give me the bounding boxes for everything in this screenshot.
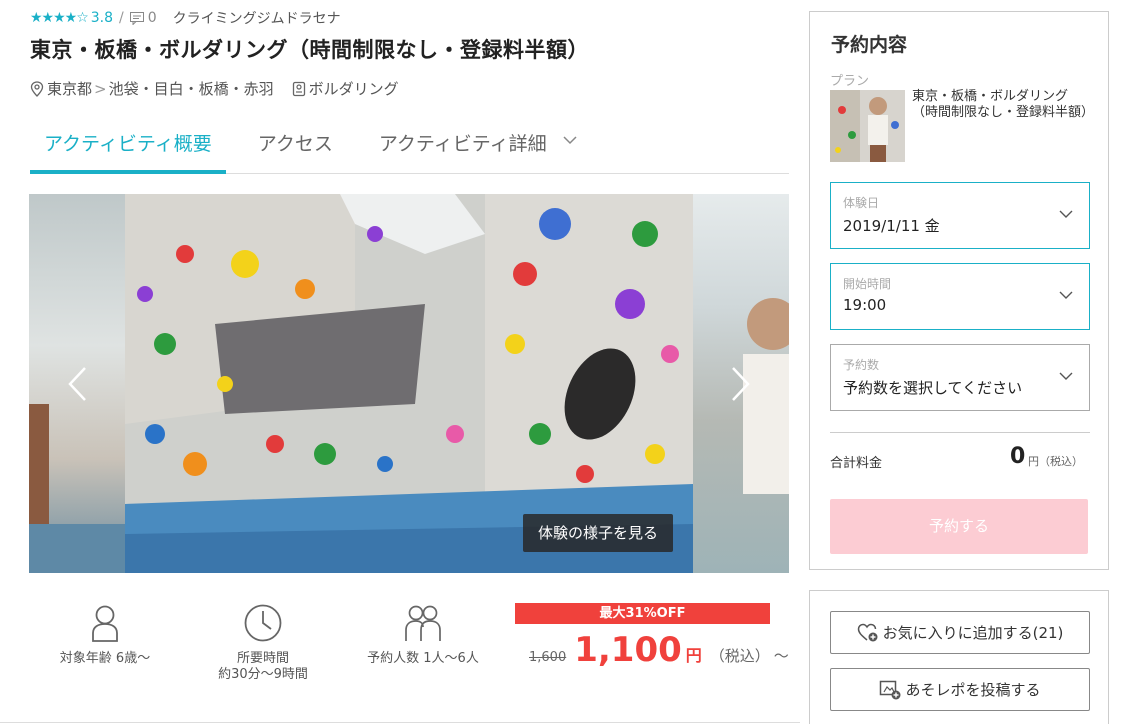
tab-details-label: アクティビティ詳細 — [378, 133, 547, 155]
location-row: 東京都 > 池袋・目白・板橋・赤羽 ボルダリング — [30, 78, 399, 99]
info-duration-label: 所要時間 — [236, 651, 289, 666]
prefecture-link[interactable]: 東京都 — [47, 78, 92, 99]
price-box: 最大31%OFF 1,600 1,100 円 （税込） 〜 — [515, 603, 789, 670]
plan-thumbnail — [830, 90, 905, 162]
area-link[interactable]: 池袋・目白・板橋・赤羽 — [109, 78, 274, 99]
divider — [0, 722, 800, 723]
info-duration-value: 約30分〜9時間 — [218, 667, 308, 682]
booking-title: 予約内容 — [831, 34, 908, 56]
tab-access[interactable]: アクセス — [244, 118, 347, 174]
post-report-label: あそレポを投稿する — [905, 681, 1041, 699]
total-value: 0 — [1010, 444, 1026, 469]
plan-label: プラン — [830, 74, 870, 89]
info-age: 対象年齢 6歳〜 — [30, 603, 180, 667]
rating-separator: / — [119, 10, 124, 26]
actions-panel: お気に入りに追加する(21) あそレポを投稿する — [809, 590, 1109, 724]
count-select[interactable]: 予約数 予約数を選択してください — [830, 344, 1090, 411]
time-select[interactable]: 開始時間 19:00 — [830, 263, 1090, 330]
location-pin-icon — [30, 80, 44, 97]
price-line: 1,600 1,100 円 （税込） 〜 — [515, 630, 789, 670]
tab-overview-label: アクティビティ概要 — [44, 133, 212, 155]
discount-badge: 最大31%OFF — [515, 603, 770, 624]
group-icon — [405, 605, 441, 641]
info-people-text: 予約人数 1人〜6人 — [367, 651, 479, 666]
category-icon — [292, 81, 305, 96]
divider — [830, 432, 1090, 433]
add-favorite-button[interactable]: お気に入りに追加する(21) — [830, 611, 1090, 654]
rating-row: ★★★★☆ 3.8 / 0 クライミングジムドラセナ — [30, 8, 341, 28]
add-favorite-label: お気に入りに追加する(21) — [882, 624, 1064, 642]
time-value: 19:00 — [843, 296, 887, 314]
next-photo-button[interactable] — [729, 364, 753, 404]
category[interactable]: ボルダリング — [292, 78, 399, 99]
view-experience-button[interactable]: 体験の様子を見る — [523, 514, 673, 552]
activity-info-row: 対象年齢 6歳〜 所要時間 約30分〜9時間 予約人数 1人〜6人 最大31%O… — [30, 603, 790, 703]
rating-value: 3.8 — [90, 10, 114, 26]
price-yen: 円 — [685, 646, 702, 665]
time-label: 開始時間 — [843, 277, 892, 291]
price-tax-note: （税込） — [709, 647, 770, 665]
page-title: 東京・板橋・ボルダリング（時間制限なし・登録料半額） — [30, 38, 589, 62]
prev-photo-button[interactable] — [65, 364, 89, 404]
total-label: 合計料金 — [830, 456, 883, 471]
photo-gallery[interactable]: 体験の様子を見る — [29, 194, 789, 573]
shop-name-link[interactable]: クライミングジムドラセナ — [173, 8, 341, 28]
chevron-down-icon — [1059, 291, 1073, 299]
info-duration: 所要時間 約30分〜9時間 — [188, 603, 338, 683]
chevron-down-icon — [1059, 210, 1073, 218]
tab-details[interactable]: アクティビティ詳細 — [365, 118, 591, 174]
current-price: 1,100 — [574, 630, 682, 670]
count-value: 予約数を選択してください — [843, 379, 1023, 397]
breadcrumb-separator: > — [94, 79, 107, 98]
post-report-button[interactable]: あそレポを投稿する — [830, 668, 1090, 711]
tab-overview[interactable]: アクティビティ概要 — [30, 118, 226, 174]
total-unit: 円（税込） — [1028, 455, 1083, 468]
person-icon — [92, 605, 118, 642]
chevron-down-icon — [563, 136, 577, 145]
date-select[interactable]: 体験日 2019/1/11 金 — [830, 182, 1090, 249]
category-label: ボルダリング — [308, 80, 399, 98]
plan-name[interactable]: 東京・板橋・ボルダリング（時間制限なし・登録料半額） — [912, 89, 1094, 121]
tab-access-label: アクセス — [257, 133, 333, 155]
date-label: 体験日 — [843, 196, 880, 210]
chevron-down-icon — [1059, 372, 1073, 380]
reserve-button[interactable]: 予約する — [830, 499, 1088, 554]
original-price: 1,600 — [529, 650, 567, 665]
count-label: 予約数 — [843, 358, 880, 372]
tab-bar: アクティビティ概要 アクセス アクティビティ詳細 — [30, 118, 789, 174]
date-value: 2019/1/11 金 — [843, 217, 940, 235]
report-plus-icon — [880, 680, 901, 699]
review-icon — [129, 11, 144, 25]
info-people: 予約人数 1人〜6人 — [348, 603, 498, 667]
rating-stars: ★★★★☆ — [30, 10, 89, 26]
booking-panel: 予約内容 プラン 東京・板橋・ボルダリング（時間制限なし・登録料半額） 体験日 … — [809, 11, 1109, 570]
review-count[interactable]: 0 — [148, 10, 157, 26]
heart-plus-icon — [857, 623, 878, 641]
price-tilde: 〜 — [773, 647, 789, 665]
info-age-text: 対象年齢 6歳〜 — [59, 651, 151, 666]
clock-icon — [244, 604, 282, 642]
